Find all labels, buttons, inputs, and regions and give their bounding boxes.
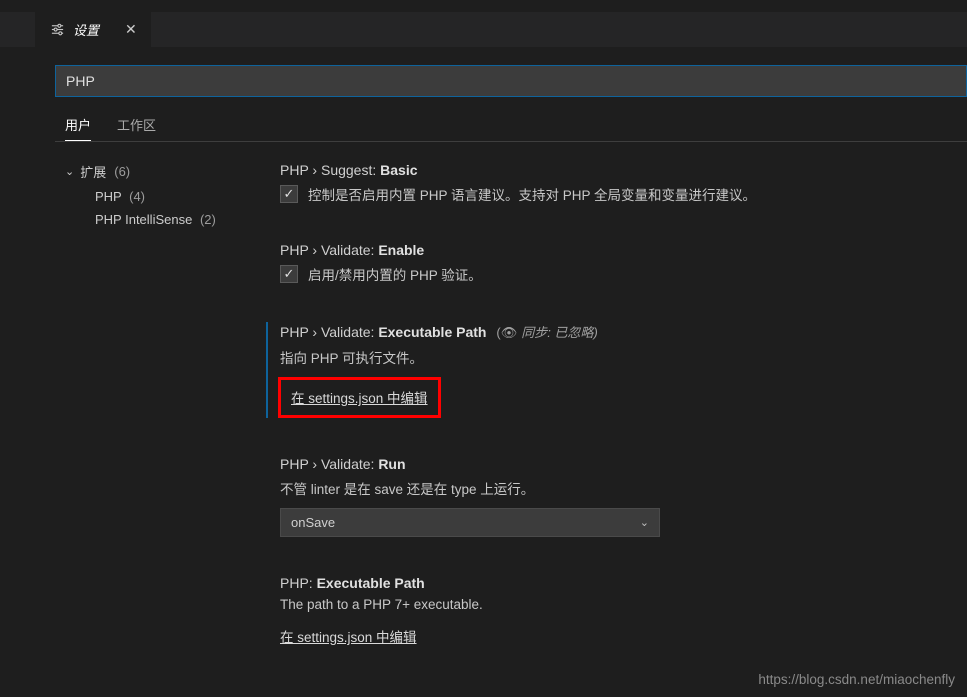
- tab-label: 设置: [73, 20, 99, 39]
- chevron-down-icon: ⌄: [65, 165, 74, 178]
- toc-sidebar: ⌄ 扩展 (6) PHP (4) PHP IntelliSense (2): [55, 162, 270, 646]
- settings-search-input[interactable]: [55, 65, 967, 97]
- setting-desc: 不管 linter 是在 save 还是在 type 上运行。: [280, 478, 947, 498]
- select-value: onSave: [291, 515, 335, 530]
- setting-php-suggest-basic: PHP › Suggest: Basic ✓ 控制是否启用内置 PHP 语言建议…: [280, 162, 947, 204]
- close-icon[interactable]: ✕: [125, 21, 137, 38]
- edit-in-settings-json-link[interactable]: 在 settings.json 中编辑: [280, 626, 417, 646]
- checkbox-validate-enable[interactable]: ✓: [280, 265, 298, 283]
- setting-php-executable-path: PHP: Executable Path The path to a PHP 7…: [280, 575, 947, 646]
- setting-php-validate-enable: PHP › Validate: Enable ✓ 启用/禁用内置的 PHP 验证…: [280, 242, 947, 284]
- watermark: https://blog.csdn.net/miaochenfly: [758, 672, 955, 687]
- scope-tab-workspace[interactable]: 工作区: [117, 115, 156, 141]
- check-icon: ✓: [284, 186, 295, 202]
- check-icon: ✓: [284, 266, 295, 282]
- scope-tabs: 用户 工作区: [55, 115, 967, 141]
- scope-tab-user[interactable]: 用户: [65, 115, 91, 141]
- setting-desc: The path to a PHP 7+ executable.: [280, 597, 947, 612]
- toc-extensions[interactable]: ⌄ 扩展 (6): [65, 162, 270, 181]
- sync-off-icon: (👁: [496, 325, 517, 340]
- setting-desc: 指向 PHP 可执行文件。: [280, 347, 947, 367]
- setting-php-validate-run: PHP › Validate: Run 不管 linter 是在 save 还是…: [280, 456, 947, 537]
- sync-ignored-hint: (👁同步: 已忽略): [496, 325, 597, 340]
- setting-desc: 控制是否启用内置 PHP 语言建议。支持对 PHP 全局变量和变量进行建议。: [308, 184, 756, 204]
- setting-php-validate-executable-path: PHP › Validate: Executable Path (👁同步: 已忽…: [266, 322, 947, 418]
- highlight-annotation: 在 settings.json 中编辑: [278, 377, 441, 418]
- setting-desc: 启用/禁用内置的 PHP 验证。: [308, 264, 482, 284]
- edit-in-settings-json-link[interactable]: 在 settings.json 中编辑: [291, 387, 428, 407]
- select-validate-run[interactable]: onSave ⌄: [280, 508, 660, 537]
- chevron-down-icon: ⌄: [640, 516, 649, 529]
- checkbox-suggest-basic[interactable]: ✓: [280, 185, 298, 203]
- toc-item-php[interactable]: PHP (4): [95, 189, 270, 204]
- settings-icon: [49, 22, 65, 38]
- toc-item-php-intellisense[interactable]: PHP IntelliSense (2): [95, 212, 270, 227]
- tab-settings[interactable]: 设置 ✕: [35, 12, 151, 47]
- toc-parent-label: 扩展: [80, 162, 106, 181]
- toc-parent-count: (6): [114, 164, 130, 179]
- tab-bar: 设置 ✕: [0, 12, 967, 47]
